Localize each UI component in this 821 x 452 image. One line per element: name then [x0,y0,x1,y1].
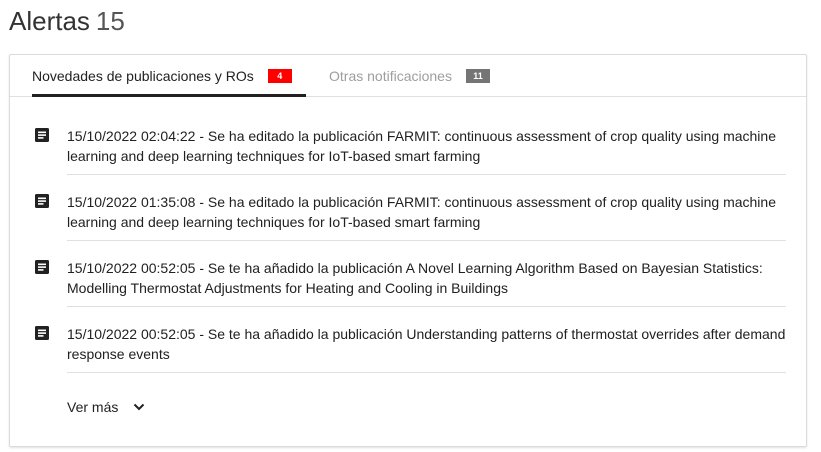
page-title: Alertas 15 [9,4,125,38]
document-icon [35,128,49,142]
notification-text: 15/10/2022 00:52:05 - Se te ha añadido l… [67,326,786,362]
chevron-down-icon [134,403,145,411]
alert-count: 15 [95,6,125,36]
document-icon [35,194,49,208]
tab-publication-news[interactable]: Novedades de publicaciones y ROs 4 [32,55,306,97]
tab-badge: 11 [465,68,490,83]
notification-text: 15/10/2022 02:04:22 - Se ha editado la p… [67,128,776,164]
page-title-text: Alertas [9,6,90,36]
tab-badge: 4 [267,68,292,83]
list-item[interactable]: 15/10/2022 00:52:05 - Se te ha añadido l… [10,294,806,373]
see-more-button[interactable]: Ver más [67,399,146,415]
list-item[interactable]: 15/10/2022 00:52:05 - Se te ha añadido l… [10,228,806,307]
document-icon [35,326,49,340]
notification-text: 15/10/2022 01:35:08 - Se ha editado la p… [67,194,776,230]
divider [67,372,786,373]
list-item[interactable]: 15/10/2022 01:35:08 - Se ha editado la p… [10,162,806,241]
alerts-card: Novedades de publicaciones y ROs 4 Otras… [9,54,807,447]
notification-text: 15/10/2022 00:52:05 - Se te ha añadido l… [67,260,763,296]
tab-other-notifications[interactable]: Otras notificaciones 11 [329,55,490,96]
tab-label: Otras notificaciones [329,67,452,84]
document-icon [35,260,49,274]
list-item[interactable]: 15/10/2022 02:04:22 - Se ha editado la p… [10,96,806,175]
see-more-label: Ver más [67,399,119,415]
tab-label: Novedades de publicaciones y ROs [32,67,254,84]
tab-bar: Novedades de publicaciones y ROs 4 Otras… [10,55,806,97]
